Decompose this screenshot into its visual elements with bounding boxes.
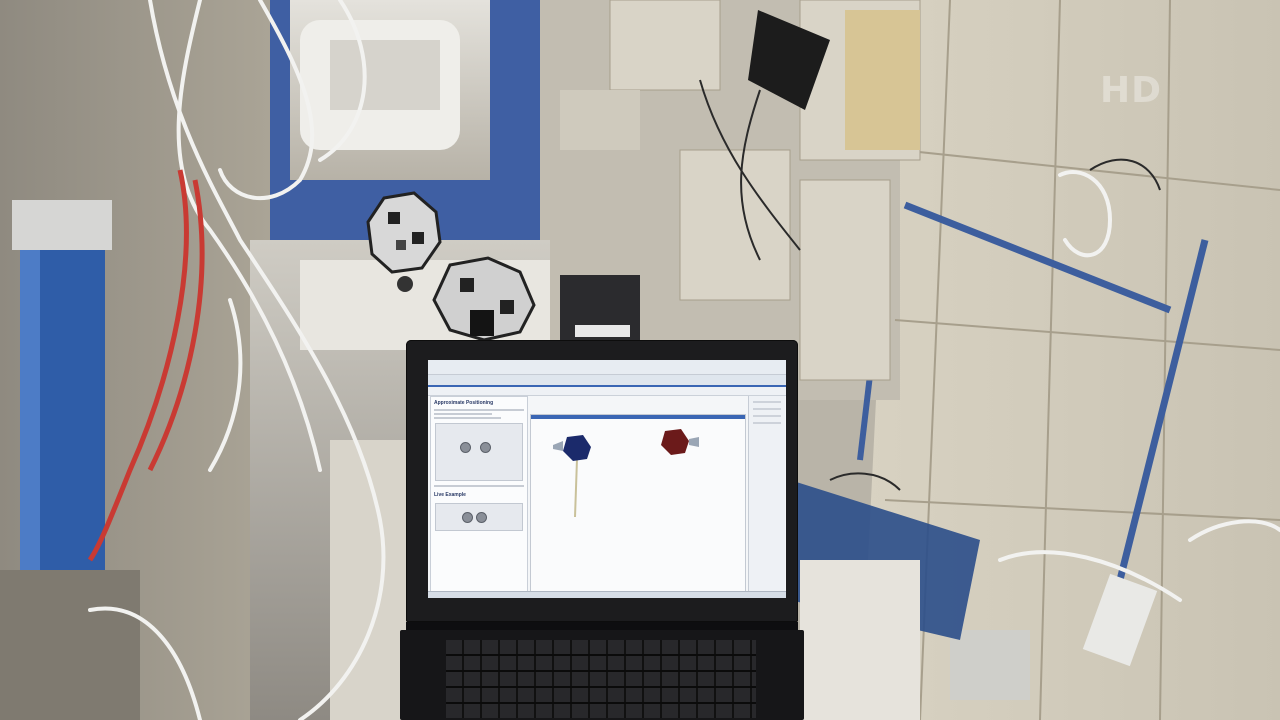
info-pane-subheading: Live Example bbox=[434, 492, 466, 498]
live-diagram bbox=[435, 503, 523, 531]
taskbar bbox=[428, 591, 786, 598]
keyboard-rows bbox=[446, 640, 756, 718]
laptop-base bbox=[400, 630, 804, 720]
text-line bbox=[434, 413, 492, 415]
satellite-red-icon bbox=[661, 429, 699, 455]
laptop-lid: Approximate Positioning Live Example bbox=[406, 340, 798, 622]
text-line bbox=[434, 417, 502, 419]
satellite-blue-icon bbox=[553, 435, 591, 461]
properties-sidebar bbox=[748, 396, 785, 592]
hd-watermark: HD bbox=[1100, 70, 1163, 111]
info-pane: Approximate Positioning Live Example bbox=[430, 396, 528, 594]
window-toolbar bbox=[428, 387, 786, 396]
window-ribbon bbox=[428, 375, 786, 387]
3d-view-pane[interactable] bbox=[530, 414, 746, 596]
3d-view-canvas bbox=[553, 429, 699, 518]
laptop-screen[interactable]: Approximate Positioning Live Example bbox=[428, 360, 786, 598]
text-line bbox=[434, 409, 524, 411]
laptop-hinge bbox=[406, 622, 798, 630]
spheres-satellite-2 bbox=[432, 256, 536, 342]
position-diagram bbox=[435, 423, 523, 481]
text-line bbox=[434, 485, 524, 487]
info-pane-heading: Approximate Positioning bbox=[434, 400, 494, 406]
trajectory-line bbox=[574, 458, 578, 518]
window-titlebar bbox=[428, 360, 786, 375]
laptop: Approximate Positioning Live Example bbox=[400, 340, 804, 720]
